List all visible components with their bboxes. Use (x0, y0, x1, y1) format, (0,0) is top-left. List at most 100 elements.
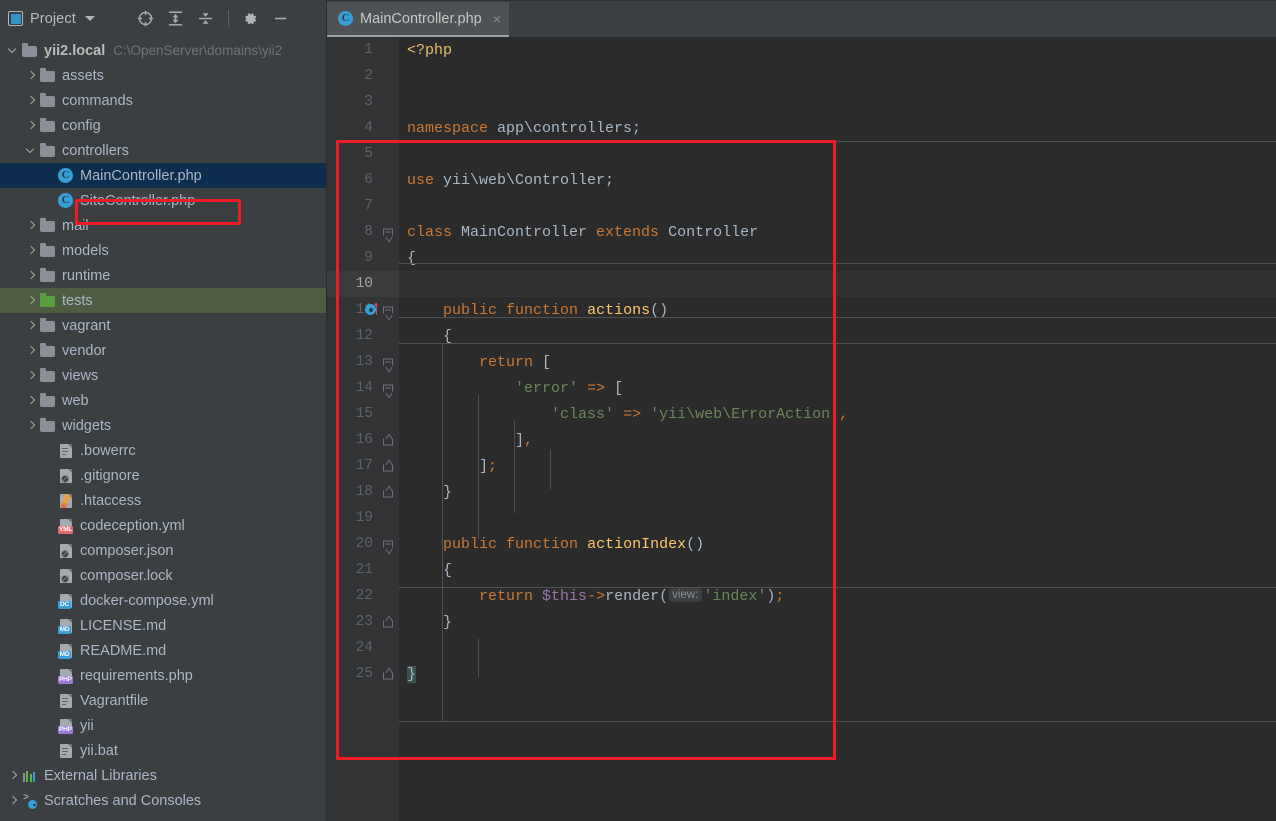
editor-tab-maincontroller[interactable]: C MainController.php × (327, 2, 509, 37)
tree-item-scratches-and-consoles[interactable]: Scratches and Consoles (0, 788, 326, 813)
line-number-8[interactable]: 8 (327, 219, 399, 245)
line-number-12[interactable]: 12 (327, 323, 399, 349)
chevron-down-icon[interactable] (84, 16, 95, 21)
code-line-7[interactable] (399, 193, 1276, 219)
tree-item-web[interactable]: web (0, 388, 326, 413)
line-number-18[interactable]: 18 (327, 479, 399, 505)
line-number-25[interactable]: 25 (327, 661, 399, 687)
line-number-23[interactable]: 23 (327, 609, 399, 635)
line-number-2[interactable]: 2 (327, 63, 399, 89)
tree-item-config[interactable]: config (0, 113, 326, 138)
code-line-22[interactable]: return $this -> render(view:'index'); (399, 583, 1276, 609)
chevron-right-icon[interactable] (26, 395, 37, 406)
line-number-14[interactable]: 14 (327, 375, 399, 401)
code-editor[interactable]: 1234567891011121314151617181920212223242… (327, 37, 1276, 821)
line-number-1[interactable]: 1 (327, 37, 399, 63)
close-icon[interactable]: × (493, 12, 501, 26)
project-tree-panel[interactable]: yii2.local C:\OpenServer\domains\yii2 asse… (0, 37, 327, 821)
code-line-11[interactable]: public function actions() (399, 297, 1276, 323)
line-number-16[interactable]: 16 (327, 427, 399, 453)
code-line-3[interactable] (399, 89, 1276, 115)
editor-gutter[interactable]: 1234567891011121314151617181920212223242… (327, 37, 399, 821)
code-line-4[interactable]: namespace app\controllers; (399, 115, 1276, 141)
fold-open-icon[interactable] (383, 539, 394, 550)
chevron-right-icon[interactable] (8, 770, 19, 781)
code-line-14[interactable]: 'error' => [ (399, 375, 1276, 401)
tree-item-sitecontroller-php[interactable]: C SiteController.php (0, 188, 326, 213)
code-line-24[interactable] (399, 635, 1276, 661)
tree-item-bowerrc[interactable]: .bowerrc (0, 438, 326, 463)
tree-item-mail[interactable]: mail (0, 213, 326, 238)
tree-item-vagrantfile[interactable]: Vagrantfile (0, 688, 326, 713)
code-line-21[interactable]: { (399, 557, 1276, 583)
fold-close-icon[interactable] (383, 669, 394, 680)
fold-close-icon[interactable] (383, 461, 394, 472)
line-number-17[interactable]: 17 (327, 453, 399, 479)
tree-item-assets[interactable]: assets (0, 63, 326, 88)
code-line-19[interactable] (399, 505, 1276, 531)
line-number-11[interactable]: 11 (327, 297, 399, 323)
chevron-right-icon[interactable] (26, 245, 37, 256)
project-tool-window-button[interactable]: Project (8, 11, 95, 27)
line-number-22[interactable]: 22 (327, 583, 399, 609)
code-line-16[interactable]: ], (399, 427, 1276, 453)
tree-item-docker-compose-yml[interactable]: DC docker-compose.yml (0, 588, 326, 613)
line-number-6[interactable]: 6 (327, 167, 399, 193)
tree-item-composer-lock[interactable]: composer.lock (0, 563, 326, 588)
code-line-6[interactable]: use yii\web\Controller; (399, 167, 1276, 193)
tree-item-maincontroller-php[interactable]: C MainController.php (0, 163, 326, 188)
tree-item-yii2-local[interactable]: yii2.local C:\OpenServer\domains\yii2 (0, 38, 326, 63)
tree-item-widgets[interactable]: widgets (0, 413, 326, 438)
chevron-down-icon[interactable] (26, 145, 37, 156)
code-line-18[interactable]: } (399, 479, 1276, 505)
line-number-10[interactable]: 10 (327, 271, 399, 297)
code-line-9[interactable]: { (399, 245, 1276, 271)
code-line-2[interactable] (399, 63, 1276, 89)
chevron-right-icon[interactable] (26, 220, 37, 231)
chevron-right-icon[interactable] (26, 270, 37, 281)
tree-item-controllers[interactable]: controllers (0, 138, 326, 163)
minimize-icon[interactable] (266, 5, 296, 33)
line-number-20[interactable]: 20 (327, 531, 399, 557)
tree-item-yii-bat[interactable]: yii.bat (0, 738, 326, 763)
line-number-19[interactable]: 19 (327, 505, 399, 531)
chevron-right-icon[interactable] (26, 295, 37, 306)
chevron-right-icon[interactable] (26, 120, 37, 131)
code-line-10[interactable] (399, 271, 1276, 297)
tree-item-vendor[interactable]: vendor (0, 338, 326, 363)
tree-item-codeception-yml[interactable]: YML codeception.yml (0, 513, 326, 538)
tree-item-commands[interactable]: commands (0, 88, 326, 113)
chevron-right-icon[interactable] (26, 320, 37, 331)
tree-item-htaccess[interactable]: .htaccess (0, 488, 326, 513)
code-line-5[interactable] (399, 141, 1276, 167)
line-number-5[interactable]: 5 (327, 141, 399, 167)
locate-icon[interactable] (131, 5, 161, 33)
fold-close-icon[interactable] (383, 617, 394, 628)
tree-item-license-md[interactable]: MD LICENSE.md (0, 613, 326, 638)
line-number-21[interactable]: 21 (327, 557, 399, 583)
line-number-24[interactable]: 24 (327, 635, 399, 661)
code-line-1[interactable]: <?php (399, 37, 1276, 63)
code-line-17[interactable]: ]; (399, 453, 1276, 479)
tree-item-views[interactable]: views (0, 363, 326, 388)
tree-item-tests[interactable]: tests (0, 288, 326, 313)
method-override-icon[interactable] (365, 302, 381, 318)
code-line-13[interactable]: return [ (399, 349, 1276, 375)
chevron-right-icon[interactable] (26, 345, 37, 356)
tree-item-gitignore[interactable]: .gitignore (0, 463, 326, 488)
fold-close-icon[interactable] (383, 435, 394, 446)
code-content[interactable]: <?php namespace app\controllers; use yii\w… (399, 37, 1276, 821)
expand-all-icon[interactable] (161, 5, 191, 33)
tree-item-yii[interactable]: PHP yii (0, 713, 326, 738)
code-line-8[interactable]: class MainController extends Controller (399, 219, 1276, 245)
line-number-13[interactable]: 13 (327, 349, 399, 375)
chevron-right-icon[interactable] (26, 95, 37, 106)
tree-item-external-libraries[interactable]: External Libraries (0, 763, 326, 788)
fold-close-icon[interactable] (383, 487, 394, 498)
tree-item-readme-md[interactable]: MD README.md (0, 638, 326, 663)
chevron-right-icon[interactable] (26, 70, 37, 81)
tree-item-requirements-php[interactable]: PHP requirements.php (0, 663, 326, 688)
fold-open-icon[interactable] (383, 357, 394, 368)
line-number-4[interactable]: 4 (327, 115, 399, 141)
code-line-23[interactable]: } (399, 609, 1276, 635)
